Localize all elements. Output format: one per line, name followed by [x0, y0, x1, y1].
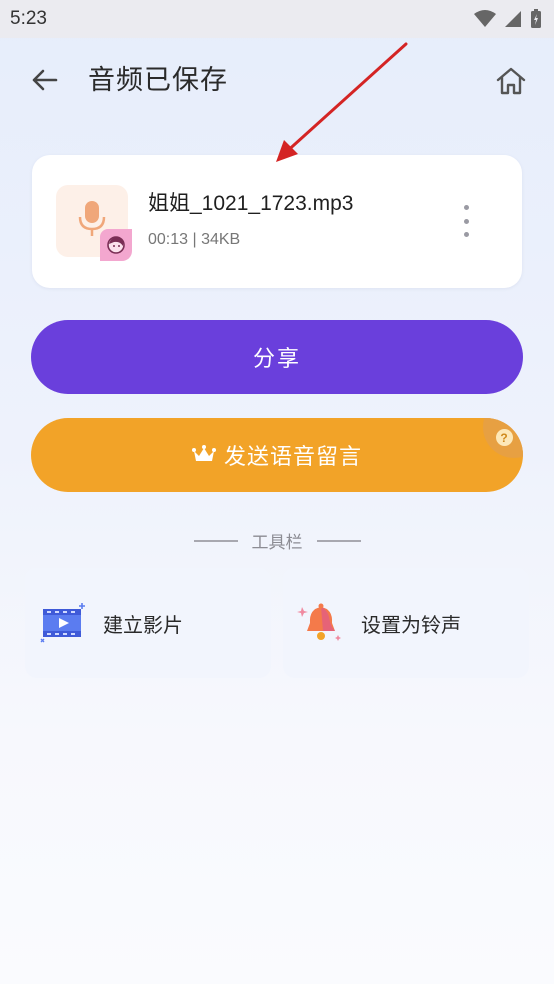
status-icons: [474, 9, 542, 29]
toolbar-title: 工具栏: [251, 533, 303, 553]
tool-set-ringtone[interactable]: 设置为铃声: [283, 568, 529, 678]
signal-icon: [505, 11, 521, 27]
file-name: 姐姐_1021_1723.mp3: [148, 192, 354, 215]
share-button-label: 分享: [252, 347, 301, 372]
file-card[interactable]: 姐姐_1021_1723.mp3 00:13 | 34KB: [32, 155, 522, 288]
send-voicemail-label: 发送语音留言: [223, 445, 362, 470]
help-icon[interactable]: ?: [496, 429, 513, 446]
file-meta: 00:13 | 34KB: [148, 231, 241, 248]
divider: [193, 539, 238, 542]
status-time: 5:23: [10, 8, 47, 29]
status-bar: 5:23: [0, 0, 554, 38]
back-button[interactable]: [26, 62, 62, 98]
toolbar-heading: 工具栏: [0, 528, 554, 553]
video-icon: [39, 599, 87, 647]
more-dots-icon: [463, 205, 469, 210]
send-voicemail-button[interactable]: 发送语音留言 ?: [31, 418, 523, 492]
tool-set-ringtone-label: 设置为铃声: [361, 612, 461, 637]
bell-icon: [297, 599, 345, 647]
divider: [316, 539, 361, 542]
page-title: 音频已保存: [88, 65, 228, 96]
arrow-left-icon: [32, 69, 58, 91]
crown-icon: [191, 445, 216, 461]
tool-create-video-label: 建立影片: [103, 612, 183, 637]
home-icon: [496, 67, 526, 95]
file-thumbnail: [56, 185, 132, 261]
annotation-arrow-icon: [276, 42, 408, 162]
battery-icon: [531, 9, 541, 28]
tool-create-video[interactable]: 建立影片: [25, 568, 271, 678]
share-button[interactable]: 分享: [31, 320, 523, 394]
girl-face-icon: [107, 236, 125, 254]
voice-effect-badge: [100, 229, 132, 261]
more-options-button[interactable]: [460, 205, 472, 237]
wifi-icon: [474, 10, 496, 27]
home-button[interactable]: [492, 62, 530, 100]
